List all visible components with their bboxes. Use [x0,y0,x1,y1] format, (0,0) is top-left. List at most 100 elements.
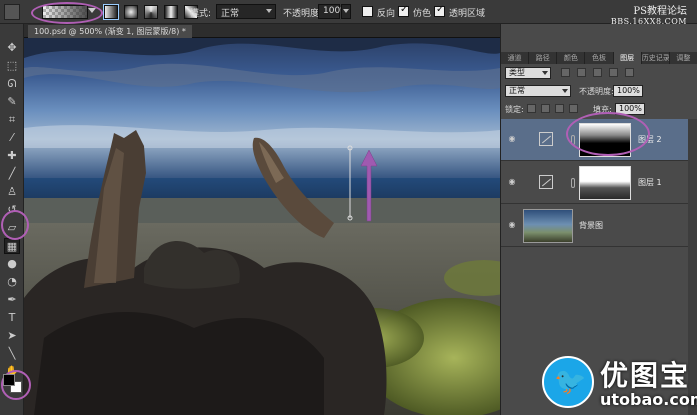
reverse-checkbox[interactable] [362,6,373,17]
layer-name: 背景图 [579,221,603,230]
tab-paths[interactable]: 路径 [529,52,558,64]
forum-watermark: PS教程论坛 BBS.16XX8.COM [611,2,687,26]
transparency-checkbox[interactable] [434,4,445,17]
eraser-tool-icon[interactable]: ▱ [4,220,20,236]
opacity-label: 不透明度: [283,9,323,19]
lock-position-icon[interactable] [555,104,564,113]
tab-adjustments[interactable]: 调整 [670,52,697,64]
layer-opacity-field[interactable]: 100% [613,85,643,97]
canvas-image [24,38,500,415]
gradient-tool-icon[interactable] [4,4,20,20]
blend-mode-value: 正常 [509,86,525,95]
layer-row-layer-1[interactable]: ◉ 图层 1 [501,162,688,204]
reflected-gradient-icon[interactable] [164,5,178,19]
foreground-color-swatch[interactable] [3,374,15,386]
color-swatches[interactable] [3,374,23,394]
lock-transparent-icon[interactable] [527,104,536,113]
chevron-down-icon [266,9,272,13]
angle-gradient-icon[interactable] [144,5,158,19]
lock-all-icon[interactable] [569,104,578,113]
chain-link-icon[interactable] [571,178,575,188]
radial-gradient-icon[interactable] [124,5,138,19]
lock-label: 锁定: [505,105,524,114]
dither-label: 仿色 [413,9,432,19]
eye-icon[interactable]: ◉ [507,134,517,144]
lock-pixels-icon[interactable] [541,104,550,113]
brush-tool-icon[interactable]: ╱ [4,166,20,182]
tab-channels[interactable]: 通道 [501,52,530,64]
chevron-down-icon [562,89,568,93]
document-tab[interactable]: 100.psd @ 500% (渐变 1, 图层蒙版/8) * [28,25,192,38]
smart-object-filter-icon[interactable] [625,68,634,77]
opacity-field[interactable]: 100% [318,4,349,19]
path-select-tool-icon[interactable]: ➤ [4,328,20,344]
blend-mode-select[interactable]: 正常 [505,85,571,97]
reverse-label: 反向 [377,9,396,19]
kind-filter-value: 类型 [509,68,525,77]
opacity-dropdown[interactable] [341,4,351,19]
adjustment-filter-icon[interactable] [577,68,586,77]
panel-tabs: 通道 路径 颜色 色板 图层 历史记录 调整 [501,52,697,64]
lasso-tool-icon[interactable]: ᘏ [4,76,20,92]
layer-row-background[interactable]: ◉ 背景图 [501,205,688,247]
tab-color[interactable]: 颜色 [557,52,586,64]
dither-checkbox[interactable] [398,4,409,17]
tab-layers[interactable]: 图层 [613,52,642,64]
type-tool-icon[interactable]: T [4,310,20,326]
gradient-fill-icon [539,132,553,146]
pixel-filter-icon[interactable] [561,68,570,77]
layer-name: 图层 1 [638,178,662,187]
eye-icon[interactable]: ◉ [507,177,517,187]
site-logo: 🐦 优图宝 utobao.com [540,350,697,415]
logo-text-en: utobao.com [600,390,697,409]
line-tool-icon[interactable]: ╲ [4,346,20,362]
fill-field[interactable]: 100% [615,103,645,115]
watermark-line-1: PS教程论坛 [633,6,687,17]
gradient-fill-icon [539,175,553,189]
layer-opacity-value: 100% [617,86,640,95]
layer-thumbnail [523,209,573,243]
eye-icon[interactable]: ◉ [507,220,517,230]
pen-tool-icon[interactable]: ✒ [4,292,20,308]
move-tool-icon[interactable]: ✥ [4,40,20,56]
quick-select-tool-icon[interactable]: ✎ [4,94,20,110]
document-canvas[interactable] [24,38,500,415]
crop-tool-icon[interactable]: ⌗ [4,112,20,128]
options-bar: 模式: 正常 不透明度: 100% 反向 仿色 透明区域 PS教程论坛 BBS.… [0,0,697,26]
gradient-tool-icon[interactable]: ▦ [4,238,20,254]
gradient-picker[interactable] [42,5,88,19]
dodge-tool-icon[interactable]: ◔ [4,274,20,290]
lock-row: 锁定: 填充: 100% [501,102,697,117]
bird-icon: 🐦 [554,367,587,397]
tab-swatches[interactable]: 色板 [585,52,614,64]
kind-filter-select[interactable]: 类型 [505,67,551,79]
layer-row-layer-2[interactable]: ◉ 图层 2 [501,119,688,161]
chevron-down-icon [542,71,548,75]
clone-stamp-tool-icon[interactable]: ♙ [4,184,20,200]
layer-name: 图层 2 [638,135,662,144]
eyedropper-tool-icon[interactable]: ⁄ [4,130,20,146]
chevron-down-icon [343,9,349,13]
document-tab-bar: 100.psd @ 500% (渐变 1, 图层蒙版/8) * [24,24,500,38]
mode-select[interactable]: 正常 [216,4,276,19]
fill-label: 填充: [593,105,612,114]
logo-text-cn: 优图宝 [600,359,691,392]
gradient-type-group [103,4,198,20]
chain-link-icon[interactable] [571,135,575,145]
transparency-label: 透明区域 [449,9,486,19]
fill-value: 100% [619,104,642,113]
shape-filter-icon[interactable] [609,68,618,77]
chevron-down-icon[interactable] [88,8,96,13]
healing-brush-tool-icon[interactable]: ✚ [4,148,20,164]
marquee-tool-icon[interactable]: ⬚ [4,58,20,74]
linear-gradient-icon[interactable] [103,4,119,20]
toolbox: ✥ ⬚ ᘏ ✎ ⌗ ⁄ ✚ ╱ ♙ ↺ ▱ ▦ ● ◔ ✒ T ➤ ╲ ✋ [0,24,24,415]
mode-value: 正常 [221,9,240,19]
tab-history[interactable]: 历史记录 [642,52,670,64]
type-filter-icon[interactable] [593,68,602,77]
blur-tool-icon[interactable]: ● [4,256,20,272]
layer-opacity-label: 不透明度: [579,87,614,96]
layer-mask-thumbnail[interactable] [579,166,631,200]
history-brush-tool-icon[interactable]: ↺ [4,202,20,218]
layer-mask-thumbnail[interactable] [579,123,631,157]
